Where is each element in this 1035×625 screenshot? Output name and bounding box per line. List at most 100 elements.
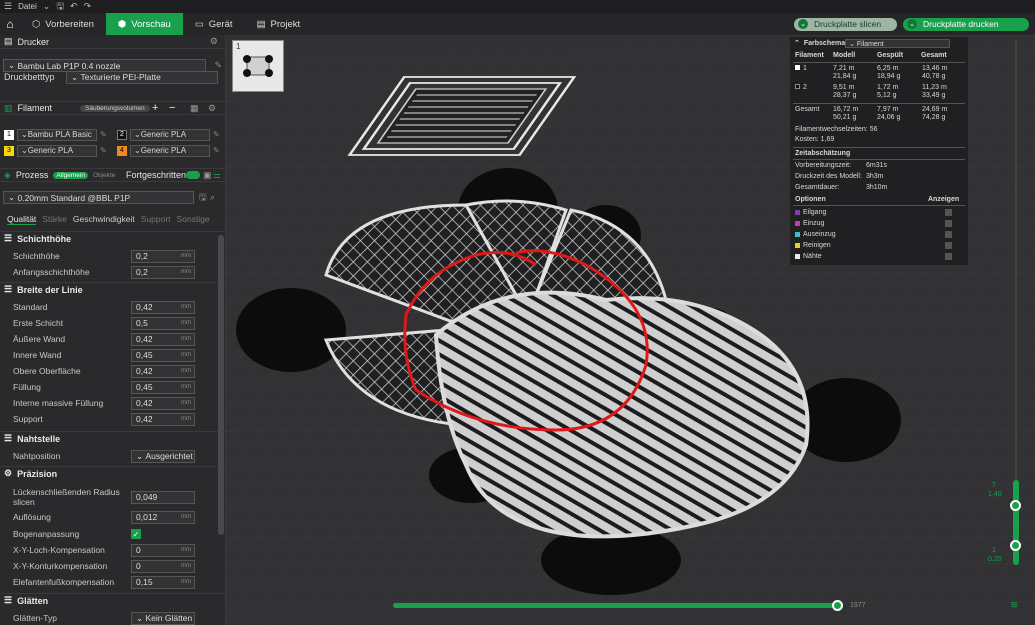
chevron-down-icon[interactable]: ⌄ (43, 1, 51, 12)
param-label: Äußere Wand (13, 334, 66, 344)
bed-type-label: Druckbetttyp (4, 72, 55, 82)
tab-speed[interactable]: Geschwindigkeit (73, 214, 135, 224)
tab-device[interactable]: ▭ Gerät (183, 13, 245, 35)
param-value: 0,45 (136, 382, 153, 392)
compare-icon[interactable]: ▣ (203, 170, 212, 181)
param-input[interactable]: 0,42 mm (131, 300, 195, 314)
tab-support[interactable]: Support (141, 214, 171, 224)
param-input[interactable]: 0,45 mm (131, 380, 195, 394)
time-estimate-title: Zeitabschätzung (795, 150, 851, 157)
gear-icon[interactable]: ⚙ (210, 36, 218, 47)
bed-type-select[interactable]: ⌄ Texturierte PEI-Platte (66, 70, 218, 84)
show-checkbox[interactable] (945, 208, 952, 216)
advanced-switch[interactable] (186, 171, 200, 179)
add-icon[interactable]: + (152, 102, 158, 114)
stat-value: 74,28 g (922, 114, 946, 121)
param-input[interactable]: 0,42 mm (131, 396, 195, 410)
project-icon: ▤ (256, 18, 266, 30)
unit-label: mm (181, 384, 191, 390)
filament-slot-1[interactable]: 1 ⌄ Bambu PLA Basic ✎ (4, 128, 107, 141)
save-icon[interactable]: 🖫 (199, 190, 207, 206)
move-slider-handle[interactable] (832, 600, 843, 611)
print-plate-button[interactable]: ⌄ Druckplatte drucken (903, 17, 1029, 31)
prep-time-label: Vorbereitungszeit: (795, 162, 852, 169)
show-checkbox[interactable] (945, 230, 952, 238)
tab-others[interactable]: Sonstige (177, 214, 210, 224)
param-row: Innere Wand 0,45 mm (0, 347, 225, 363)
printer-name: Bambu Lab P1P 0.4 nozzle (17, 60, 121, 71)
layer-slider-top-handle[interactable] (1010, 500, 1021, 511)
param-input[interactable]: 0,42 mm (131, 332, 195, 346)
chevron-down-icon[interactable]: ⌄ (798, 19, 808, 29)
param-input[interactable]: 0,2 mm (131, 265, 195, 279)
color-scheme-select[interactable]: ⌄ Filament (845, 39, 950, 48)
plate-thumbnail[interactable]: 1 (232, 40, 284, 92)
search-icon[interactable]: ⌕ (210, 192, 215, 203)
color-swatch (795, 220, 800, 226)
edit-icon[interactable]: ✎ (213, 146, 220, 155)
process-profile-select[interactable]: ⌄ 0.20mm Standard @BBL P1P (3, 191, 194, 204)
filament-select[interactable]: ⌄ Bambu PLA Basic (17, 128, 97, 141)
tab-project[interactable]: ▤ Projekt (245, 13, 313, 35)
filament-slot-2[interactable]: 2 ⌄ Generic PLA ✎ (117, 128, 220, 141)
flush-volume-button[interactable]: Säuberungsvolumen (80, 104, 150, 112)
filament-slot-4[interactable]: 4 ⌄ Generic PLA ✎ (117, 144, 220, 157)
ironing-type-select[interactable]: ⌄ Kein Glätten (131, 611, 195, 625)
objects-toggle[interactable]: Objekte (93, 172, 115, 179)
edit-icon[interactable]: ✎ (213, 130, 220, 139)
param-input[interactable]: 0 mm (131, 559, 195, 573)
tab-prepare[interactable]: ⬡ Vorbereiten (20, 13, 106, 35)
unit-label: mm (181, 579, 191, 585)
collapse-icon[interactable]: ⌃ (794, 39, 800, 47)
sidebar-scrollbar[interactable] (218, 235, 224, 535)
param-input[interactable]: 0,15 mm (131, 575, 195, 589)
param-input[interactable]: 0,42 mm (131, 412, 195, 426)
file-menu[interactable]: Datei (18, 2, 37, 11)
edit-icon[interactable]: ✎ (100, 130, 107, 139)
precision-icon: ⚙ (4, 468, 13, 478)
layers-icon[interactable]: ≋ (1010, 600, 1018, 611)
param-value: 0,42 (136, 366, 153, 376)
tab-preview[interactable]: ⬢ Vorschau (105, 13, 183, 35)
param-input[interactable]: 0,2 mm (131, 249, 195, 263)
color-scheme-value: Filament (856, 41, 884, 48)
home-icon[interactable]: ⌂ (0, 17, 20, 31)
filament-select[interactable]: ⌄ Generic PLA (130, 144, 210, 157)
show-checkbox[interactable] (945, 252, 952, 260)
seam-position-select[interactable]: ⌄ Ausgerichtet (131, 449, 195, 463)
move-slider[interactable] (393, 603, 839, 608)
filament-select[interactable]: ⌄ Generic PLA (17, 144, 97, 157)
param-label: Interne massive Füllung (13, 398, 104, 408)
col-header: Filament (795, 52, 824, 59)
edit-icon[interactable]: ✎ (100, 146, 107, 155)
undo-icon[interactable]: ↶ (70, 1, 78, 12)
layer-slider-range[interactable] (1013, 480, 1019, 565)
slice-plate-button[interactable]: ⌄ Druckplatte slicen (794, 17, 897, 31)
param-input[interactable]: 0,42 mm (131, 364, 195, 378)
global-toggle[interactable]: Allgemein (53, 171, 88, 179)
param-input[interactable]: 0,5 mm (131, 316, 195, 330)
filament-slot-3[interactable]: 3 ⌄ Generic PLA ✎ (4, 144, 107, 157)
param-input[interactable]: 0,012 mm (131, 510, 195, 524)
arc-fitting-checkbox[interactable]: ✓ (131, 529, 141, 539)
tab-quality[interactable]: Qualität (7, 214, 37, 225)
filament-name: Bambu PLA Basic (27, 130, 92, 139)
param-input[interactable]: 0,049 (131, 490, 195, 504)
chevron-down-icon[interactable]: ⌄ (907, 19, 917, 29)
menu-icon[interactable]: ☰ (4, 1, 12, 12)
remove-icon[interactable]: − (169, 102, 175, 114)
layer-slider-bottom-handle[interactable] (1010, 540, 1021, 551)
gear-icon[interactable]: ⚙ (208, 103, 216, 114)
filament-select[interactable]: ⌄ Generic PLA (130, 128, 210, 141)
tune-icon[interactable]: ⚌ (213, 170, 221, 181)
list-icon[interactable]: ▦ (190, 103, 199, 114)
show-checkbox[interactable] (945, 219, 952, 227)
tab-strength[interactable]: Stärke (42, 214, 67, 224)
param-input[interactable]: 0,45 mm (131, 348, 195, 362)
param-row: X-Y-Konturkompensation 0 mm (0, 558, 225, 574)
param-row: Lückenschließenden Radius slicen 0,049 (0, 486, 225, 508)
redo-icon[interactable]: ↷ (84, 1, 92, 12)
param-input[interactable]: 0 mm (131, 543, 195, 557)
show-checkbox[interactable] (945, 241, 952, 249)
edit-icon[interactable]: ✎ (214, 60, 222, 71)
